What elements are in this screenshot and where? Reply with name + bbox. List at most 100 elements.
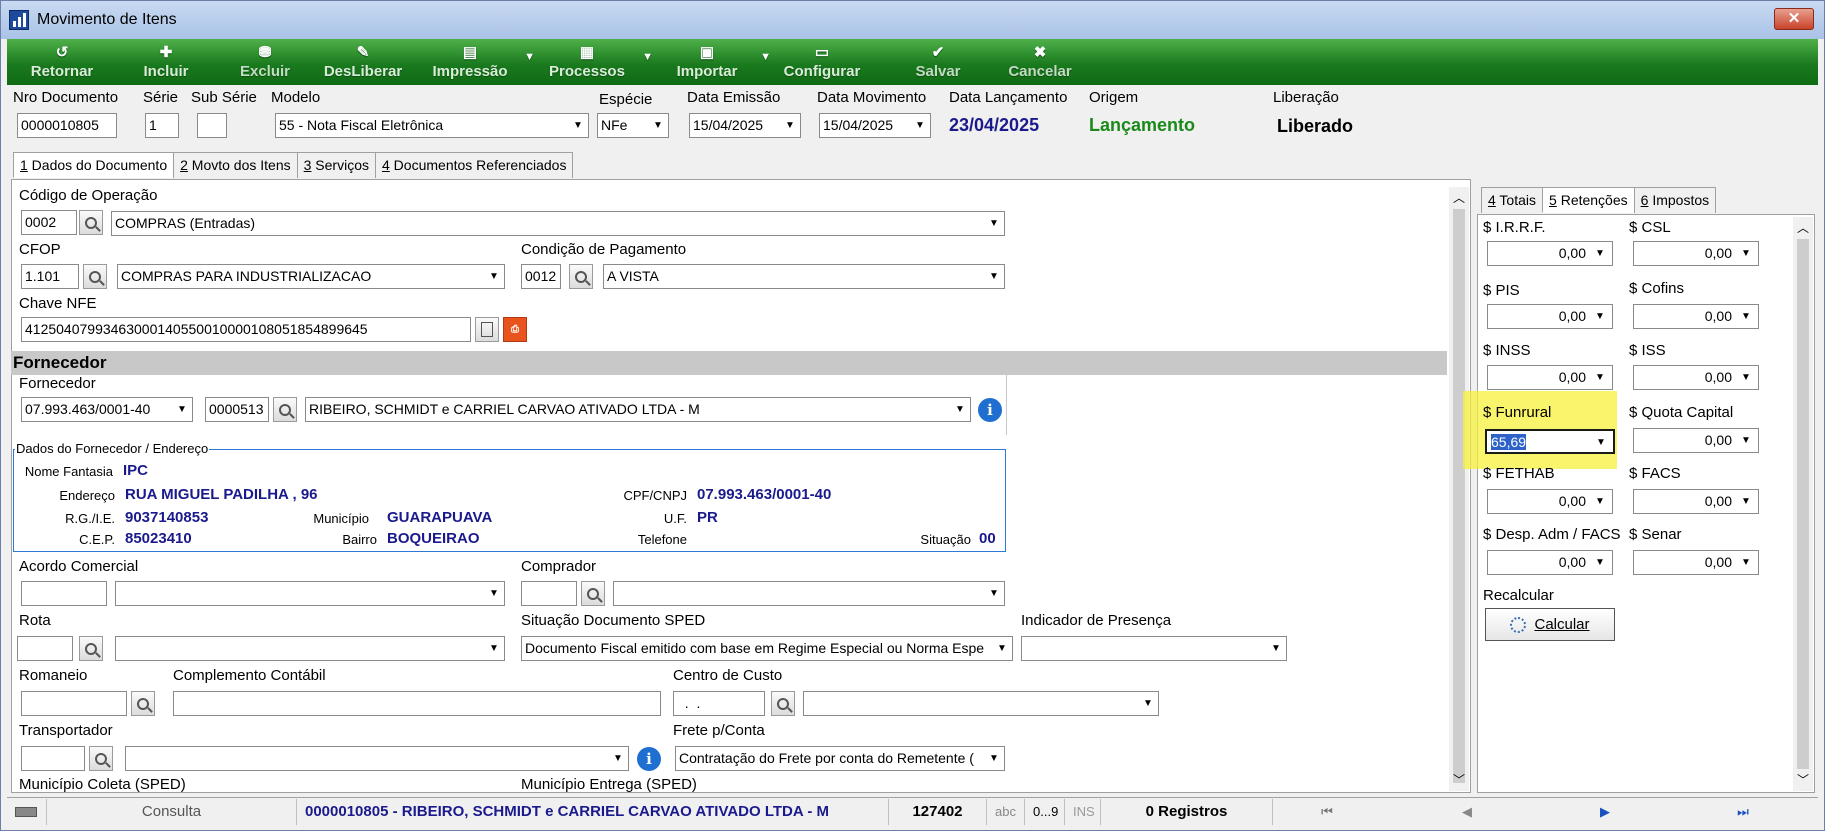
senar-input[interactable]: 0,00 ▼ bbox=[1633, 550, 1759, 575]
centro-custo-select[interactable]: ▼ bbox=[803, 691, 1159, 716]
data-emissao-picker[interactable]: 15/04/2025 ▼ bbox=[689, 113, 801, 138]
origem-value: Lançamento bbox=[1089, 115, 1196, 135]
transportador-search-button[interactable] bbox=[89, 746, 113, 771]
facs-input[interactable]: 0,00 ▼ bbox=[1633, 489, 1759, 514]
unrelease-button[interactable]: ✎ DesLiberar bbox=[315, 39, 411, 85]
tab-dados-documento[interactable]: 1 Dados do Documento bbox=[13, 152, 175, 178]
acordo-comercial-select[interactable]: ▼ bbox=[115, 581, 505, 606]
fornecedor-code-input[interactable]: 0000513 bbox=[205, 397, 269, 422]
transportador-input[interactable] bbox=[21, 746, 85, 771]
transportador-select[interactable]: ▼ bbox=[125, 746, 629, 771]
pis-input[interactable]: 0,00 ▼ bbox=[1487, 304, 1613, 329]
codigo-operacao-select[interactable]: COMPRAS (Entradas) ▼ bbox=[111, 211, 1005, 236]
delete-button[interactable]: ⛃ Excluir bbox=[215, 39, 315, 85]
centro-custo-input[interactable]: . . bbox=[673, 691, 765, 716]
close-button[interactable]: ✕ bbox=[1774, 8, 1814, 30]
side-scroll-thumb[interactable] bbox=[1797, 239, 1809, 769]
side-scrollbar[interactable]: ︿ ﹀ bbox=[1793, 217, 1813, 791]
romaneio-input[interactable] bbox=[21, 691, 127, 716]
chevron-down-icon: ▼ bbox=[1595, 372, 1605, 383]
irrf-input[interactable]: 0,00 ▼ bbox=[1487, 241, 1613, 266]
chevron-down-icon: ▼ bbox=[648, 114, 668, 137]
import-button[interactable]: ▣ Importar ▼ bbox=[657, 39, 771, 85]
print-icon: ▤ bbox=[462, 44, 478, 61]
process-dropdown-icon[interactable]: ▼ bbox=[642, 51, 653, 63]
nro-documento-input[interactable]: 0000010805 bbox=[17, 113, 117, 138]
condicao-pagamento-select[interactable]: A VISTA ▼ bbox=[603, 264, 1005, 289]
chave-nfe-document-button[interactable] bbox=[475, 317, 499, 342]
print-button[interactable]: ▤ Impressão ▼ bbox=[419, 39, 535, 85]
csl-input[interactable]: 0,00 ▼ bbox=[1633, 241, 1759, 266]
centro-custo-search-button[interactable] bbox=[771, 691, 795, 716]
situacao-sped-select[interactable]: Documento Fiscal emitido com base em Reg… bbox=[521, 636, 1013, 661]
condicao-pagamento-search-button[interactable] bbox=[569, 264, 593, 289]
main-scrollbar[interactable]: ︿ ﹀ bbox=[1449, 187, 1469, 791]
fornecedor-search-button[interactable] bbox=[273, 397, 297, 422]
fornecedor-cnpj-select[interactable]: 07.993.463/0001-40 ▼ bbox=[21, 397, 193, 422]
process-button[interactable]: ▦ Processos ▼ bbox=[535, 39, 653, 85]
codigo-operacao-input[interactable]: 0002 bbox=[21, 210, 77, 235]
config-button[interactable]: ▭ Configurar bbox=[771, 39, 873, 85]
desp-adm-facs-input[interactable]: 0,00 ▼ bbox=[1487, 550, 1613, 575]
data-movimento-picker[interactable]: 15/04/2025 ▼ bbox=[819, 113, 931, 138]
chevron-down-icon: ▼ bbox=[780, 114, 800, 137]
cofins-input[interactable]: 0,00 ▼ bbox=[1633, 304, 1759, 329]
add-button[interactable]: ✚ Incluir bbox=[117, 39, 215, 85]
condicao-pagamento-input[interactable]: 0012 bbox=[521, 264, 561, 289]
main-scroll-thumb[interactable] bbox=[1453, 209, 1465, 783]
prev-record-button[interactable]: ◀ bbox=[1457, 804, 1477, 820]
rota-select[interactable]: ▼ bbox=[115, 636, 505, 661]
data-lancamento-label: Data Lançamento bbox=[949, 89, 1068, 106]
comprador-input[interactable] bbox=[521, 581, 577, 606]
rota-search-button[interactable] bbox=[79, 636, 103, 661]
calcular-button[interactable]: Calcular bbox=[1485, 608, 1615, 641]
sub-serie-input[interactable] bbox=[197, 113, 227, 138]
scroll-down-icon[interactable]: ﹀ bbox=[1453, 771, 1465, 788]
tab-impostos[interactable]: 6 Impostos bbox=[1633, 187, 1717, 213]
codigo-operacao-search-button[interactable] bbox=[79, 210, 103, 235]
cfop-search-button[interactable] bbox=[83, 264, 107, 289]
chave-nfe-input[interactable]: 4125040799346300014055001000010805185489… bbox=[21, 317, 471, 342]
scroll-up-icon[interactable]: ︿ bbox=[1453, 189, 1465, 206]
keyboard-icon bbox=[7, 798, 47, 825]
tab-servicos[interactable]: 3 Serviços bbox=[296, 152, 376, 178]
iss-input[interactable]: 0,00 ▼ bbox=[1633, 365, 1759, 390]
indicador-presenca-select[interactable]: ▼ bbox=[1021, 636, 1287, 661]
comprador-select[interactable]: ▼ bbox=[613, 581, 1005, 606]
tab-documentos-referenciados[interactable]: 4 Documentos Referenciados bbox=[375, 152, 574, 178]
fornecedor-info-icon[interactable]: i bbox=[978, 398, 1002, 422]
acordo-comercial-input[interactable] bbox=[21, 581, 107, 606]
abc-indicator: abc bbox=[987, 798, 1025, 825]
complemento-contabil-input[interactable] bbox=[173, 691, 661, 716]
cfop-input[interactable]: 1.101 bbox=[21, 264, 79, 289]
tab-movto-itens[interactable]: 2 Movto dos Itens bbox=[173, 152, 298, 178]
inss-input[interactable]: 0,00 ▼ bbox=[1487, 365, 1613, 390]
print-dropdown-icon[interactable]: ▼ bbox=[524, 51, 535, 63]
romaneio-search-button[interactable] bbox=[131, 691, 155, 716]
fornecedor-name-select[interactable]: RIBEIRO, SCHMIDT e CARRIEL CARVAO ATIVAD… bbox=[305, 397, 971, 422]
rota-input[interactable] bbox=[17, 636, 73, 661]
transportador-info-icon[interactable]: i bbox=[637, 747, 661, 771]
check-icon: ✔ bbox=[931, 44, 945, 61]
scroll-up-icon[interactable]: ︿ bbox=[1797, 219, 1809, 236]
serie-input[interactable]: 1 bbox=[145, 113, 179, 138]
tab-retencoes[interactable]: 5 Retenções bbox=[1542, 187, 1635, 213]
frete-select[interactable]: Contratação do Frete por conta do Remete… bbox=[675, 746, 1005, 771]
scroll-down-icon[interactable]: ﹀ bbox=[1797, 771, 1809, 788]
fethab-input[interactable]: 0,00 ▼ bbox=[1487, 489, 1613, 514]
return-button[interactable]: ↺ Retornar bbox=[7, 39, 117, 85]
next-record-button[interactable]: ▶ bbox=[1595, 804, 1615, 820]
chave-nfe-pdf-button[interactable]: ⎙ bbox=[503, 317, 527, 342]
last-record-button[interactable]: ⏭ bbox=[1733, 804, 1753, 820]
import-dropdown-icon[interactable]: ▼ bbox=[760, 51, 771, 63]
cfop-select[interactable]: COMPRAS PARA INDUSTRIALIZACAO ▼ bbox=[117, 264, 505, 289]
quota-capital-input[interactable]: 0,00 ▼ bbox=[1633, 428, 1759, 453]
tab-totais[interactable]: 4 Totais bbox=[1481, 187, 1544, 213]
especie-select[interactable]: NFe ▼ bbox=[597, 113, 669, 138]
comprador-search-button[interactable] bbox=[581, 581, 605, 606]
funrural-input[interactable]: 65,69 ▼ bbox=[1485, 429, 1615, 454]
cancel-button[interactable]: ✖ Cancelar bbox=[989, 39, 1091, 85]
first-record-button[interactable]: ⏮ bbox=[1317, 804, 1337, 820]
modelo-select[interactable]: 55 - Nota Fiscal Eletrônica ▼ bbox=[275, 113, 589, 138]
save-button[interactable]: ✔ Salvar bbox=[887, 39, 989, 85]
